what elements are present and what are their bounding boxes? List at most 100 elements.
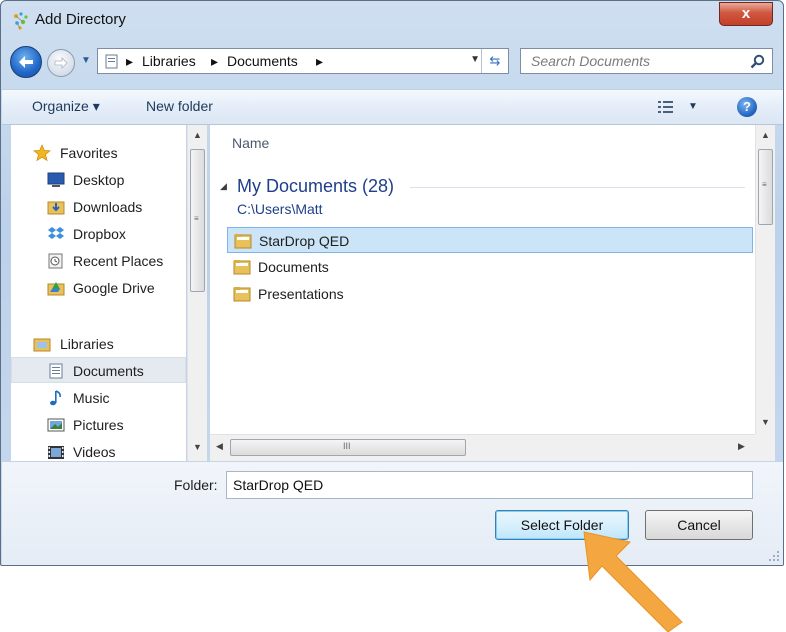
scroll-left-arrow-icon[interactable]: ◀: [216, 441, 223, 452]
scroll-down-arrow-icon[interactable]: ▼: [761, 417, 770, 427]
view-dropdown-chevron-icon[interactable]: ▼: [688, 101, 698, 112]
sidebar-item-videos[interactable]: Videos: [11, 439, 186, 461]
library-icon: [105, 54, 118, 69]
sidebar-item-label: Dropbox: [73, 226, 126, 242]
collapse-group-icon[interactable]: ◢: [220, 181, 227, 192]
recent-places-icon: [48, 253, 63, 269]
dropbox-icon: [48, 227, 64, 239]
scrollbar-corner: [755, 434, 775, 461]
scroll-up-arrow-icon[interactable]: ▲: [193, 130, 202, 140]
folder-name-input[interactable]: [226, 471, 753, 499]
group-title: My Documents (28): [237, 176, 395, 196]
sidebar-item-downloads[interactable]: Downloads: [11, 194, 186, 220]
sidebar-item-pictures[interactable]: Pictures: [11, 412, 186, 438]
pictures-icon: [47, 418, 65, 432]
app-icon: [14, 12, 28, 30]
forward-button[interactable]: [47, 49, 75, 77]
back-arrow-icon: [19, 56, 33, 68]
sidebar-item-label: Desktop: [73, 172, 125, 188]
breadcrumb-documents[interactable]: Documents: [227, 53, 298, 69]
file-list-vertical-scrollbar[interactable]: ▲ ≡ ▼: [755, 125, 775, 434]
sidebar-item-label: Libraries: [60, 336, 114, 352]
folder-label: Folder:: [174, 477, 218, 493]
google-drive-icon: [47, 282, 65, 296]
breadcrumb-separator-icon[interactable]: ▸: [211, 53, 218, 70]
refresh-icon: ⇆: [489, 53, 501, 68]
search-input[interactable]: Search Documents: [531, 53, 650, 69]
recent-pages-dropdown[interactable]: ▼: [81, 55, 91, 66]
scroll-down-arrow-icon[interactable]: ▼: [193, 442, 202, 452]
address-bar[interactable]: ▸ Libraries ▸ Documents ▸ ▼ ⇆: [97, 48, 509, 74]
help-icon: ?: [743, 99, 751, 114]
sidebar-item-recent-places[interactable]: Recent Places: [11, 248, 186, 274]
close-icon: x: [741, 5, 751, 22]
sidebar-item-desktop[interactable]: Desktop: [11, 167, 186, 193]
refresh-button[interactable]: ⇆: [481, 49, 508, 73]
libraries-icon: [33, 338, 51, 352]
sidebar-item-documents[interactable]: Documents: [11, 357, 186, 383]
videos-icon: [48, 446, 64, 459]
help-button[interactable]: ?: [737, 97, 757, 117]
desktop-icon: [47, 172, 65, 187]
documents-library-icon: [49, 363, 63, 379]
breadcrumb-separator-icon[interactable]: ▸: [316, 53, 323, 70]
new-folder-button[interactable]: New folder: [146, 98, 213, 114]
scrollbar-thumb[interactable]: III: [230, 439, 466, 456]
view-options-icon[interactable]: [657, 99, 675, 115]
navigation-bar: ▼ ▸ Libraries ▸ Documents ▸ ▼ ⇆ Search D…: [1, 41, 783, 83]
scrollbar-thumb[interactable]: ≡: [758, 149, 773, 225]
organize-button[interactable]: Organize ▾: [32, 98, 100, 115]
sidebar-item-google-drive[interactable]: Google Drive: [11, 275, 186, 301]
folder-item[interactable]: Presentations: [227, 281, 753, 307]
group-divider: [410, 187, 745, 188]
scrollbar-grip-icon: ≡: [194, 214, 199, 223]
sidebar-item-music[interactable]: Music: [11, 385, 186, 411]
group-header[interactable]: ◢ My Documents (28): [220, 175, 745, 201]
folder-icon: [234, 234, 252, 249]
sidebar-item-dropbox[interactable]: Dropbox: [11, 221, 186, 247]
add-directory-dialog: Add Directory x ▼ ▸ Libraries ▸ Document…: [0, 0, 784, 566]
scrollbar-grip-icon: ≡: [762, 180, 767, 189]
name-column-header[interactable]: Name: [232, 135, 269, 151]
resize-grip-icon[interactable]: [768, 550, 780, 562]
folder-name: Presentations: [258, 286, 344, 302]
window-title: Add Directory: [35, 11, 126, 28]
sidebar-item-libraries[interactable]: Libraries: [11, 331, 186, 357]
file-list: Name ◢ My Documents (28) C:\Users\Matt S…: [210, 125, 755, 434]
star-icon: [33, 144, 51, 162]
sidebar-item-favorites[interactable]: Favorites: [11, 140, 186, 166]
sidebar-item-label: Recent Places: [73, 253, 164, 269]
music-icon: [50, 390, 61, 406]
folder-item[interactable]: StarDrop QED: [227, 227, 753, 253]
search-icon[interactable]: [750, 54, 765, 69]
folder-name: Documents: [258, 259, 329, 275]
scrollbar-grip-icon: III: [343, 441, 351, 451]
sidebar-item-label: Music: [73, 390, 110, 406]
sidebar-item-label: Google Drive: [73, 280, 155, 296]
sidebar-item-label: Videos: [73, 444, 116, 460]
close-button[interactable]: x: [719, 2, 773, 26]
scroll-right-arrow-icon[interactable]: ▶: [738, 441, 745, 452]
downloads-folder-icon: [47, 201, 65, 215]
back-button[interactable]: [10, 46, 42, 78]
folder-name: StarDrop QED: [259, 233, 350, 249]
sidebar-item-label: Downloads: [73, 199, 143, 215]
file-list-horizontal-scrollbar[interactable]: ◀ III ▶: [210, 434, 755, 461]
callout-arrow-icon: [583, 531, 683, 632]
navigation-pane-scrollbar[interactable]: ▲ ≡ ▼: [187, 125, 207, 461]
scrollbar-thumb[interactable]: ≡: [190, 149, 205, 292]
breadcrumb-separator-icon[interactable]: ▸: [126, 53, 133, 70]
folder-icon: [233, 260, 251, 275]
forward-arrow-icon: [54, 57, 68, 69]
title-bar[interactable]: Add Directory x: [1, 1, 783, 41]
scroll-up-arrow-icon[interactable]: ▲: [761, 130, 770, 140]
command-toolbar: Organize ▾ New folder ▼ ?: [2, 89, 783, 125]
breadcrumb-libraries[interactable]: Libraries: [142, 53, 196, 69]
sidebar-item-label: Documents: [73, 363, 144, 379]
folder-item[interactable]: Documents: [227, 254, 753, 280]
folder-icon: [233, 287, 251, 302]
search-box[interactable]: Search Documents: [520, 48, 773, 74]
chevron-down-icon[interactable]: ▼: [470, 54, 480, 65]
group-path: C:\Users\Matt: [237, 201, 323, 217]
sidebar-item-label: Favorites: [60, 145, 118, 161]
